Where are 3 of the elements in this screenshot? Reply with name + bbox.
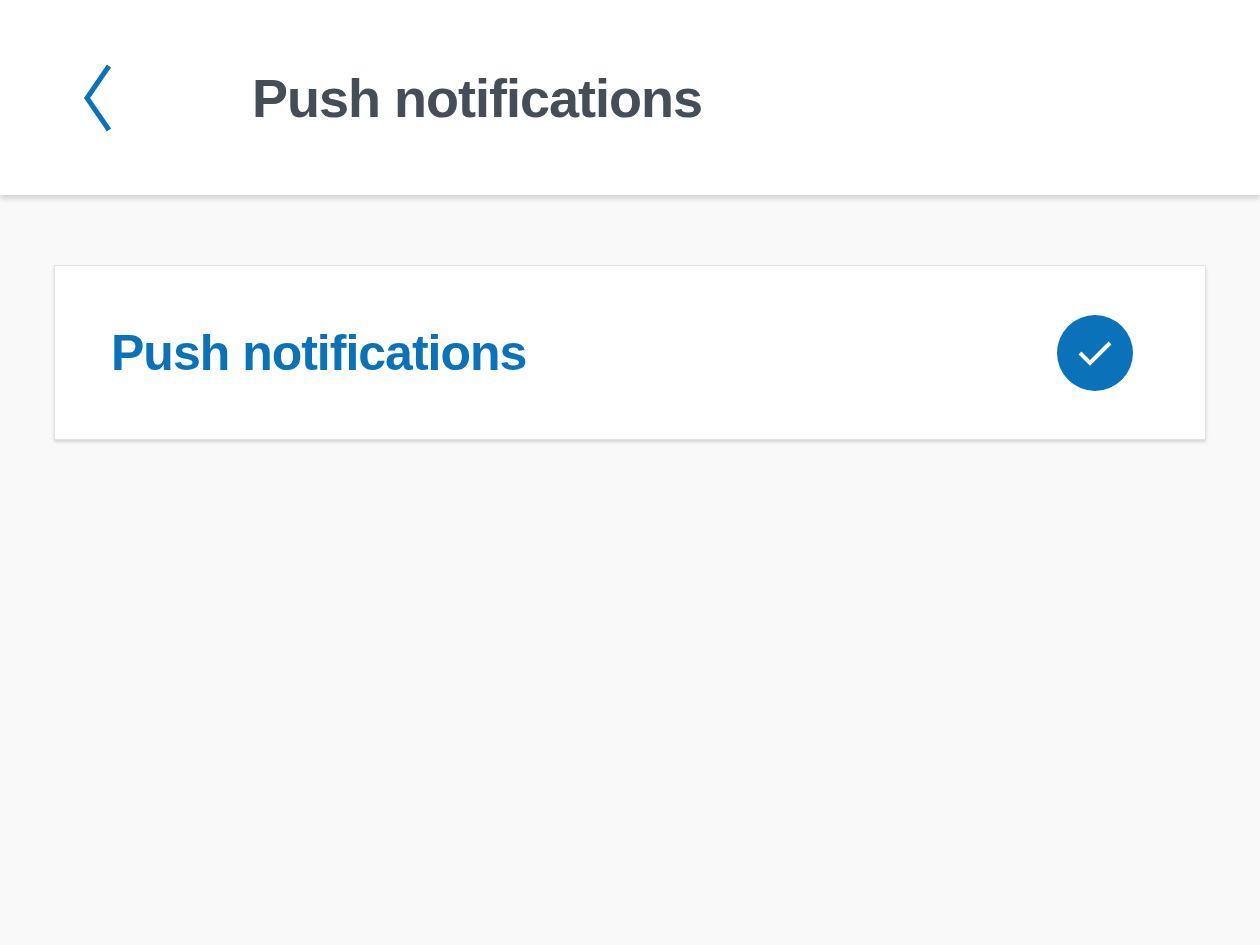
page-title: Push notifications — [252, 66, 703, 129]
setting-label: Push notifications — [111, 323, 527, 382]
back-icon — [83, 63, 113, 132]
